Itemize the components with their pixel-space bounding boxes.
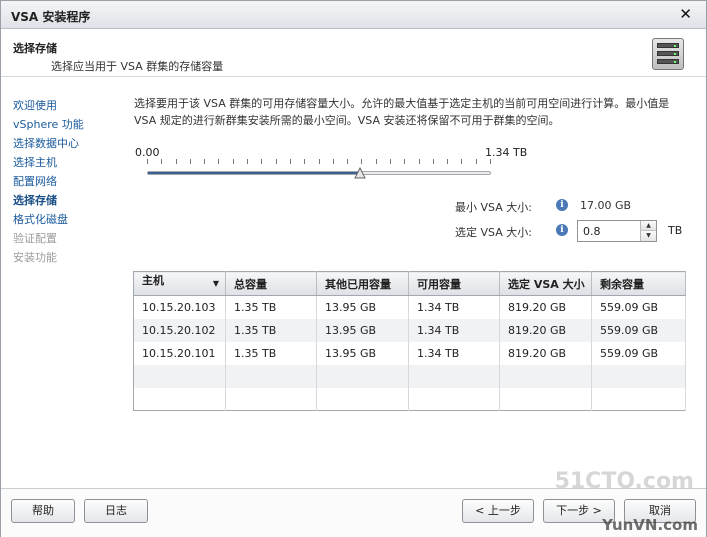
slider-min-label: 0.00	[135, 146, 160, 159]
selected-size-unit: TB	[668, 224, 683, 237]
column-header-total-capacity[interactable]: 总容量	[225, 271, 317, 296]
slider-ticks	[147, 159, 491, 167]
slider-tick	[447, 159, 448, 164]
capacity-slider-fill	[148, 172, 360, 174]
slider-tick	[404, 159, 405, 164]
slider-tick	[190, 159, 191, 164]
slider-tick	[218, 159, 219, 164]
wizard-nav: 欢迎使用 vSphere 功能 选择数据中心 选择主机 配置网络 选择存储 格式…	[13, 96, 123, 267]
host-capacity-table: 主机 ▼ 总容量 其他已用容量 可用容量 选定 VSA 大小 剩余容量 10.15…	[133, 271, 686, 411]
step-description: 选择应当用于 VSA 群集的存储容量	[51, 60, 224, 73]
selected-size-stepper[interactable]: ▲ ▼	[577, 220, 657, 242]
main-content: 选择要用于该 VSA 群集的可用存储容量大小。允许的最大值基于选定主机的当前可用…	[134, 95, 694, 129]
log-button[interactable]: 日志	[84, 499, 148, 523]
slider-tick	[147, 159, 148, 164]
slider-tick	[247, 159, 248, 164]
slider-tick	[347, 159, 348, 164]
column-header-selected-vsa[interactable]: 选定 VSA 大小	[499, 271, 592, 296]
slider-tick	[361, 159, 362, 164]
slider-tick	[333, 159, 334, 164]
title-bar[interactable]: VSA 安装程序 ✕	[1, 1, 706, 29]
help-button[interactable]: 帮助	[11, 499, 75, 523]
table-row[interactable]: 10.15.20.101 1.35 TB 13.95 GB 1.34 TB 81…	[133, 341, 686, 365]
nav-item-select-datacenter[interactable]: 选择数据中心	[13, 134, 123, 153]
nav-item-configure-network[interactable]: 配置网络	[13, 172, 123, 191]
nav-item-select-hosts[interactable]: 选择主机	[13, 153, 123, 172]
slider-tick	[304, 159, 305, 164]
wizard-footer: 帮助 日志 < 上一步 下一步 > 取消	[1, 488, 706, 537]
info-icon: i	[556, 224, 568, 236]
table-row-empty	[133, 387, 686, 411]
slider-tick	[390, 159, 391, 164]
nav-item-verify-config: 验证配置	[13, 232, 57, 245]
slider-tick	[419, 159, 420, 164]
slider-tick	[461, 159, 462, 164]
column-header-other-used[interactable]: 其他已用容量	[316, 271, 409, 296]
nav-item-install-features: 安装功能	[13, 251, 57, 264]
table-row[interactable]: 10.15.20.102 1.35 TB 13.95 GB 1.34 TB 81…	[133, 318, 686, 342]
info-icon: i	[556, 199, 568, 211]
installer-window: VSA 安装程序 ✕ 选择存储 选择应当用于 VSA 群集的存储容量 欢迎使用 …	[0, 0, 707, 537]
slider-tick	[319, 159, 320, 164]
slider-max-label: 1.34 TB	[485, 146, 528, 159]
selected-size-label: 选定 VSA 大小:	[455, 226, 532, 239]
table-header-row: 主机 ▼ 总容量 其他已用容量 可用容量 选定 VSA 大小 剩余容量	[133, 271, 686, 296]
column-header-remaining[interactable]: 剩余容量	[591, 271, 686, 296]
table-row[interactable]: 10.15.20.103 1.35 TB 13.95 GB 1.34 TB 81…	[133, 295, 686, 319]
increment-icon[interactable]: ▲	[641, 221, 656, 231]
window-title: VSA 安装程序	[11, 10, 91, 24]
slider-tick	[261, 159, 262, 164]
nav-item-format-disks[interactable]: 格式化磁盘	[13, 210, 123, 229]
slider-tick	[376, 159, 377, 164]
step-header: 选择存储 选择应当用于 VSA 群集的存储容量	[1, 30, 706, 77]
decrement-icon[interactable]: ▼	[641, 231, 656, 241]
nav-item-welcome[interactable]: 欢迎使用	[13, 96, 123, 115]
slider-tick	[176, 159, 177, 164]
column-header-host[interactable]: 主机 ▼	[133, 271, 226, 296]
table-row-empty	[133, 364, 686, 388]
min-size-value: 17.00 GB	[580, 199, 632, 212]
capacity-slider-track[interactable]	[147, 171, 491, 175]
slider-tick	[290, 159, 291, 164]
stepper-buttons: ▲ ▼	[640, 221, 656, 241]
column-header-available[interactable]: 可用容量	[408, 271, 500, 296]
nav-item-vsphere-features[interactable]: vSphere 功能	[13, 115, 123, 134]
sort-down-icon[interactable]: ▼	[213, 272, 219, 295]
slider-tick	[204, 159, 205, 164]
watermark-51cto: 51CTO.com	[554, 469, 694, 494]
storage-description: 选择要用于该 VSA 群集的可用存储容量大小。允许的最大值基于选定主机的当前可用…	[134, 97, 670, 127]
step-title: 选择存储	[13, 42, 57, 55]
selected-size-input[interactable]	[578, 221, 640, 241]
nav-item-select-storage[interactable]: 选择存储	[13, 191, 123, 210]
back-button[interactable]: < 上一步	[462, 499, 534, 523]
storage-server-icon	[652, 38, 684, 70]
close-icon[interactable]: ✕	[679, 5, 692, 23]
slider-tick	[476, 159, 477, 164]
slider-tick	[433, 159, 434, 164]
slider-tick	[276, 159, 277, 164]
slider-tick	[233, 159, 234, 164]
min-size-label: 最小 VSA 大小:	[455, 201, 532, 214]
capacity-slider-thumb[interactable]	[354, 167, 366, 179]
watermark-yunvn: YunVN.com	[602, 516, 698, 534]
slider-tick	[490, 159, 491, 164]
slider-tick	[161, 159, 162, 164]
